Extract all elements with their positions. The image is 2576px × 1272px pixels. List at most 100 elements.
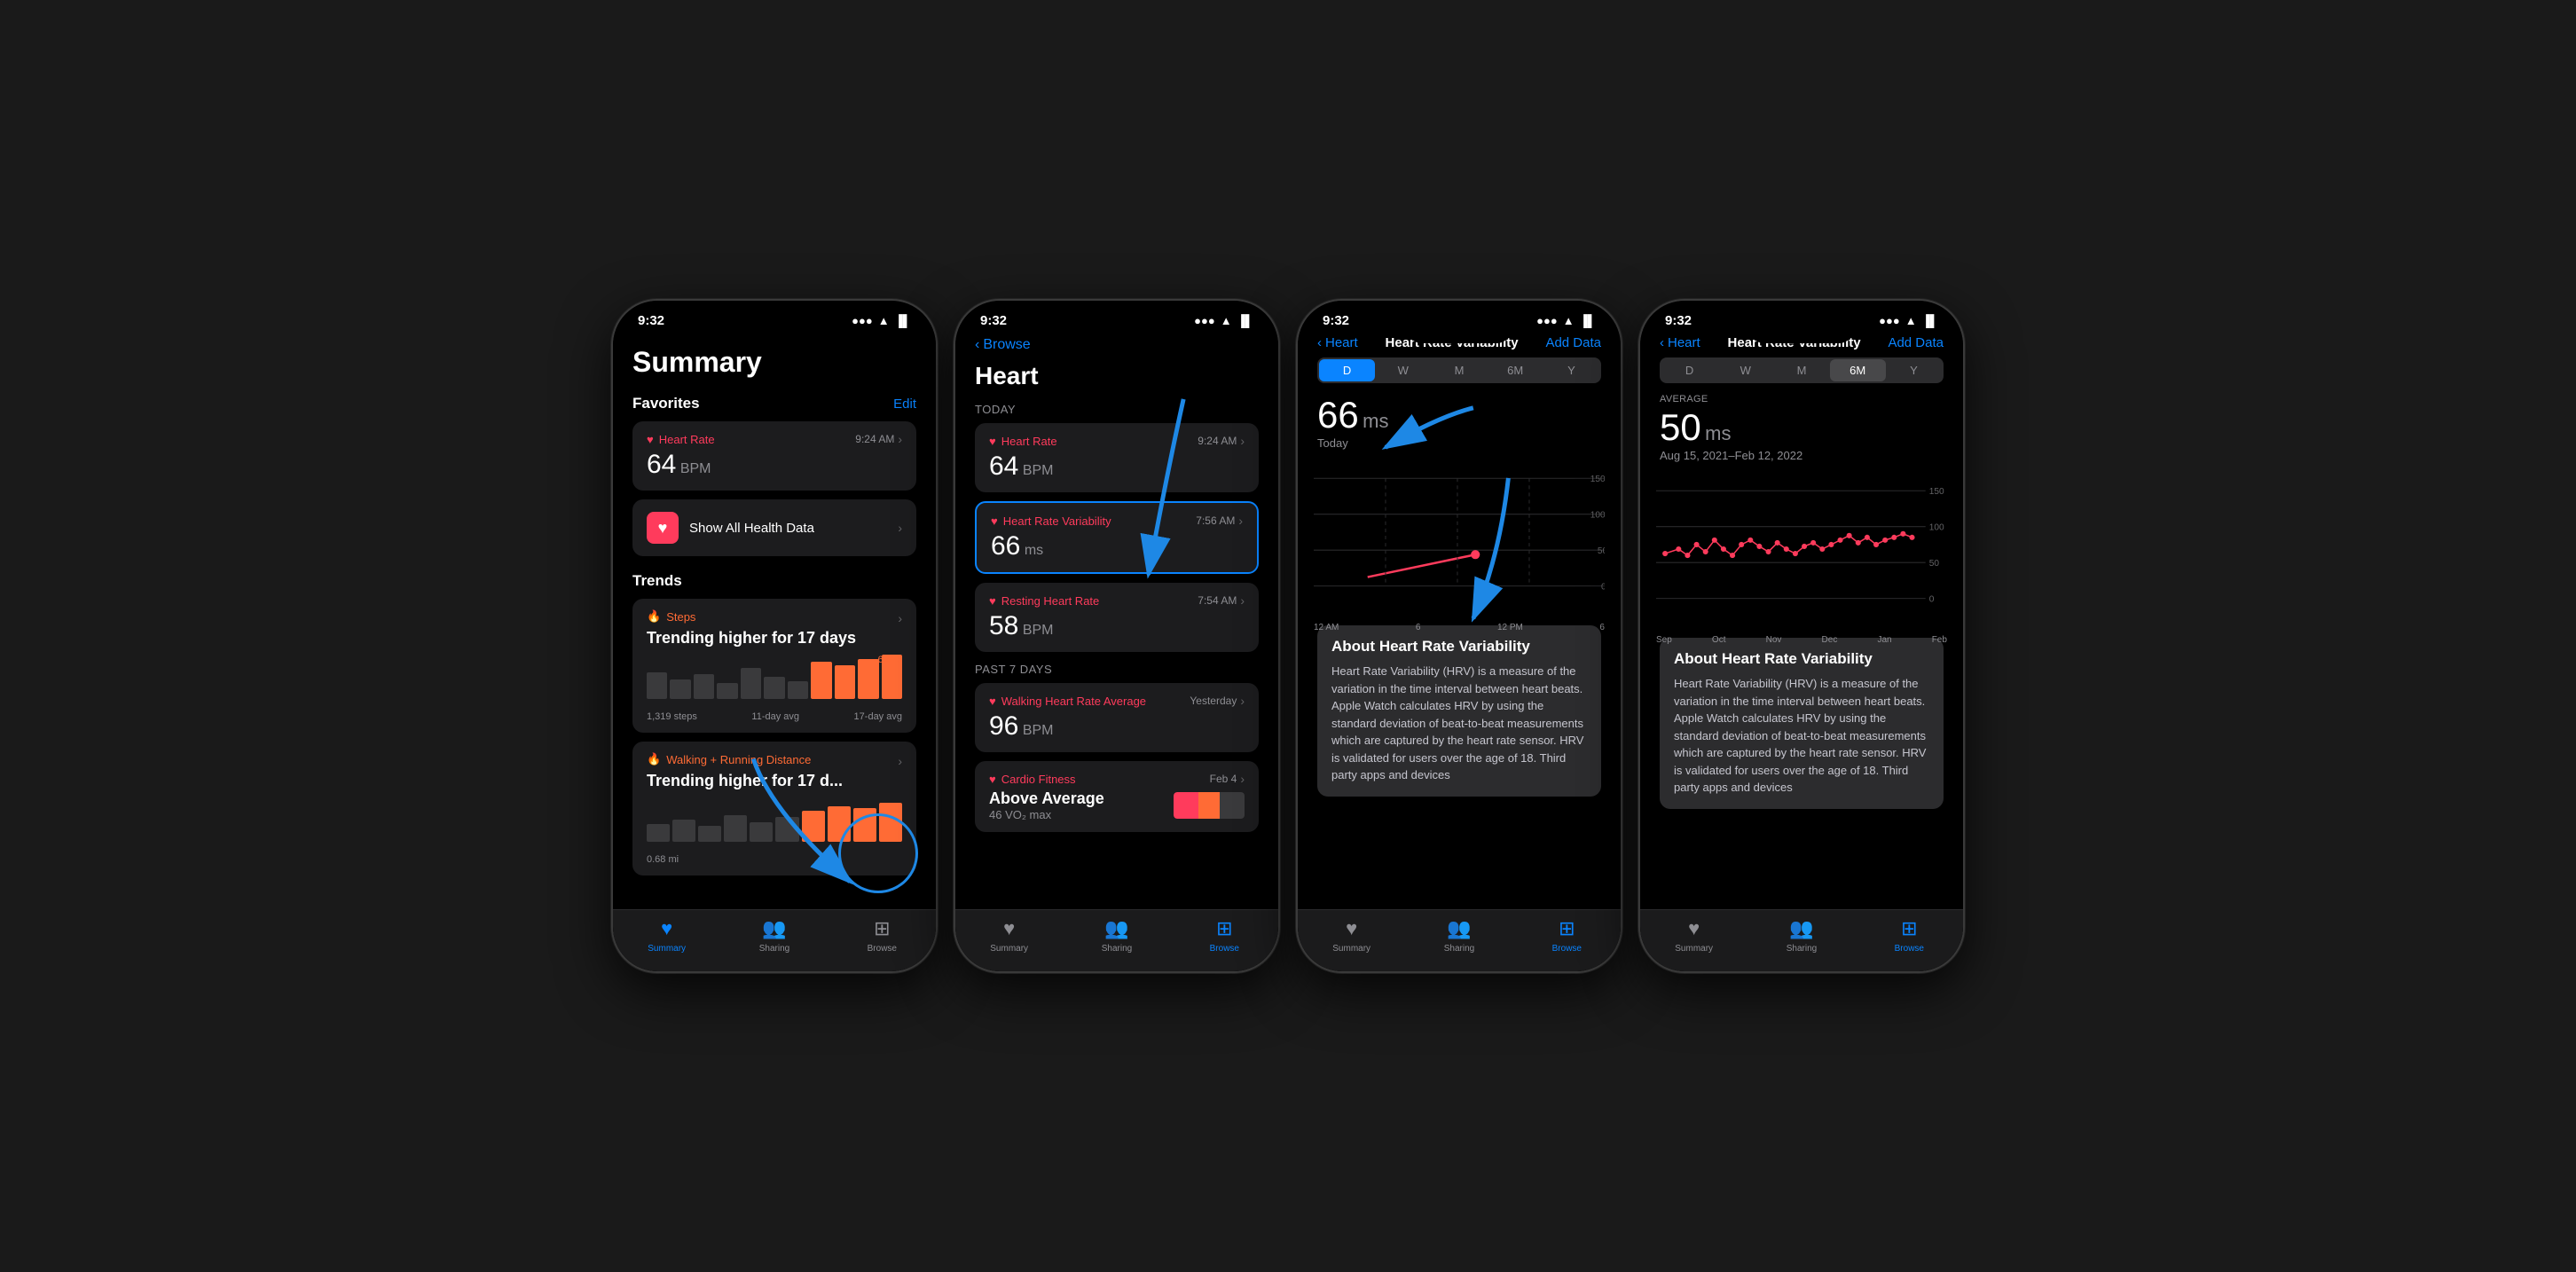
filter-Y-4[interactable]: Y: [1886, 359, 1942, 381]
resting-hr-card[interactable]: ♥ Resting Heart Rate 7:54 AM › 58 BPM: [975, 583, 1259, 652]
walking-bars: [647, 797, 902, 842]
filter-D-4[interactable]: D: [1661, 359, 1717, 381]
favorites-label: Favorites: [632, 395, 700, 412]
hrv-6m-date: Aug 15, 2021–Feb 12, 2022: [1660, 449, 1944, 462]
tab-browse-2[interactable]: ⊞ Browse: [1171, 917, 1278, 954]
resting-hr-value: 58 BPM: [989, 611, 1245, 641]
hrv-6m-value: 50: [1660, 406, 1701, 448]
show-all-label: Show All Health Data: [689, 521, 887, 536]
hrv-day-x-labels: 12 AM 6 12 PM 6: [1314, 623, 1605, 632]
signal-icon-2: ●●●: [1194, 314, 1215, 327]
steps-stats: 1,319 steps 11-day avg 17-day avg: [647, 711, 902, 722]
resting-hr-name: ♥ Resting Heart Rate: [989, 594, 1099, 608]
hrv-day-chart-svg: 150 100 50 0: [1314, 457, 1605, 616]
edit-button[interactable]: Edit: [893, 397, 916, 412]
signal-icon-4: ●●●: [1879, 314, 1900, 327]
summary-tab-label-3: Summary: [1332, 944, 1370, 954]
heart-rate-card-2[interactable]: ♥ Heart Rate 9:24 AM › 64 BPM: [975, 423, 1259, 492]
add-data-button-3[interactable]: Add Data: [1545, 335, 1601, 350]
heart-icon-red-rhr: ♥: [989, 594, 996, 608]
hrv-6m-unit: ms: [1705, 422, 1731, 444]
page-title-summary: Summary: [632, 346, 916, 379]
filter-6M-4[interactable]: 6M: [1830, 359, 1886, 381]
svg-text:0: 0: [1929, 595, 1935, 605]
summary-tab-icon-1: ♥: [661, 917, 672, 940]
cardio-fitness-time: Feb 4 ›: [1210, 772, 1245, 786]
phone-summary: 9:32 ●●● ▲ ▐▌ Summary Favorites Edit: [611, 299, 938, 973]
battery-icon-3: ▐▌: [1580, 314, 1596, 327]
wifi-icon-1: ▲: [878, 314, 890, 327]
about-hrv-section-3: About Heart Rate Variability Heart Rate …: [1317, 625, 1601, 797]
browse-tab-label-1: Browse: [868, 944, 897, 954]
tab-sharing-2[interactable]: 👥 Sharing: [1063, 917, 1170, 954]
back-chevron-icon: ‹: [975, 337, 979, 353]
tab-sharing-3[interactable]: 👥 Sharing: [1405, 917, 1512, 954]
tab-browse-3[interactable]: ⊞ Browse: [1513, 917, 1621, 954]
add-data-button-4[interactable]: Add Data: [1888, 335, 1944, 350]
screen-hrv-day: ‹ Heart Heart Rate Variability Add Data …: [1298, 332, 1621, 951]
hrv-time: 7:56 AM ›: [1196, 514, 1243, 528]
tab-bar-3: ♥ Summary 👥 Sharing ⊞ Browse: [1298, 909, 1621, 971]
tab-summary-1[interactable]: ♥ Summary: [613, 917, 720, 954]
screen-hrv-6m: ‹ Heart Heart Rate Variability Add Data …: [1640, 332, 1963, 951]
phone-hrv-day: 9:32 ●●● ▲ ▐▌ ‹ Heart Heart Rate Variabi…: [1296, 299, 1622, 973]
heart-icon-red-2: ♥: [989, 435, 996, 448]
back-heart-button-4[interactable]: ‹ Heart: [1660, 335, 1700, 350]
walking-hr-card[interactable]: ♥ Walking Heart Rate Average Yesterday ›…: [975, 683, 1259, 752]
sharing-tab-icon-1: 👥: [762, 917, 786, 940]
filter-6M-3[interactable]: 6M: [1488, 359, 1543, 381]
hrv-day-chart: 150 100 50 0 12 AM 6: [1314, 457, 1605, 616]
steps-peak: 6,476: [877, 655, 902, 665]
filter-W-3[interactable]: W: [1375, 359, 1431, 381]
screen-heart: ‹ Browse Heart Today ♥ Heart Rate 9:24: [955, 332, 1278, 951]
cardio-fitness-unit: 46 VO₂ max: [989, 808, 1104, 821]
walking-hr-time: Yesterday ›: [1190, 694, 1245, 708]
browse-tab-icon-3: ⊞: [1559, 917, 1575, 940]
x-label-6b: 6: [1599, 623, 1605, 632]
tab-browse-1[interactable]: ⊞ Browse: [829, 917, 936, 954]
x-label-nov: Nov: [1766, 635, 1782, 645]
tab-summary-4[interactable]: ♥ Summary: [1640, 917, 1747, 954]
tab-bar-2: ♥ Summary 👥 Sharing ⊞ Browse: [955, 909, 1278, 971]
status-time-1: 9:32: [638, 313, 664, 328]
back-heart-button-3[interactable]: ‹ Heart: [1317, 335, 1358, 350]
heart-icon-cardio: ♥: [989, 773, 996, 786]
heart-rate-card[interactable]: ♥ Heart Rate 9:24 AM › 64 BPM: [632, 421, 916, 491]
screen-summary: Summary Favorites Edit ♥ Heart Rate: [613, 332, 936, 951]
filter-W-4[interactable]: W: [1717, 359, 1773, 381]
steps-chart: 6,476: [647, 655, 902, 708]
cardio-fitness-card[interactable]: ♥ Cardio Fitness Feb 4 › Above Average 4…: [975, 761, 1259, 832]
hrv-6m-value-row: 50 ms: [1660, 406, 1944, 449]
tab-summary-3[interactable]: ♥ Summary: [1298, 917, 1405, 954]
walking-description: Trending higher for 17 d...: [647, 772, 902, 790]
show-all-health-data[interactable]: ♥ Show All Health Data ›: [632, 499, 916, 556]
filter-M-4[interactable]: M: [1773, 359, 1829, 381]
favorites-header: Favorites Edit: [632, 395, 916, 412]
hrv-card[interactable]: ♥ Heart Rate Variability 7:56 AM › 66 ms: [975, 501, 1259, 574]
tab-sharing-4[interactable]: 👥 Sharing: [1747, 917, 1855, 954]
sharing-tab-label-4: Sharing: [1787, 944, 1817, 954]
past7-label: Past 7 Days: [975, 663, 1259, 676]
hrv-value: 66 ms: [991, 531, 1243, 561]
tab-summary-2[interactable]: ♥ Summary: [955, 917, 1063, 954]
filter-D-3[interactable]: D: [1319, 359, 1375, 381]
tab-browse-4[interactable]: ⊞ Browse: [1856, 917, 1963, 954]
summary-tab-label-2: Summary: [990, 944, 1028, 954]
battery-icon-4: ▐▌: [1922, 314, 1938, 327]
chevron-rhr: ›: [1240, 593, 1245, 608]
hrv-day-date: Today: [1317, 436, 1601, 450]
walking-trend-card[interactable]: 🔥 Walking + Running Distance › Trending …: [632, 742, 916, 875]
status-time-4: 9:32: [1665, 313, 1692, 328]
walking-chevron: ›: [898, 754, 902, 768]
wifi-icon-4: ▲: [1905, 314, 1917, 327]
tab-sharing-1[interactable]: 👥 Sharing: [720, 917, 828, 954]
hrv-day-value: 66: [1317, 394, 1359, 436]
summary-tab-icon-2: ♥: [1003, 917, 1015, 940]
wifi-icon-2: ▲: [1221, 314, 1232, 327]
dynamic-island-4: [1749, 313, 1854, 343]
steps-trend-card[interactable]: 🔥 Steps › Trending higher for 17 days 6,…: [632, 599, 916, 733]
filter-M-3[interactable]: M: [1431, 359, 1487, 381]
filter-Y-3[interactable]: Y: [1543, 359, 1599, 381]
chevron-cardio: ›: [1240, 772, 1245, 786]
back-browse-button[interactable]: ‹ Browse: [975, 337, 1031, 353]
